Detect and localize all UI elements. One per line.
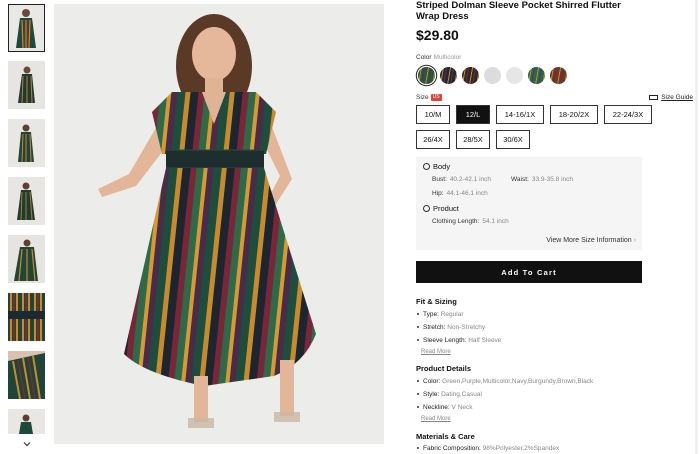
size-label-text: Size xyxy=(416,94,429,101)
size-label: Size US xyxy=(416,94,442,101)
body-icon xyxy=(423,163,430,170)
bullet-icon xyxy=(417,406,419,409)
fit-type-row: Type: Regular xyxy=(417,311,463,318)
fabric-row: Fabric Composition: 98%Polyester,2%Spand… xyxy=(417,445,559,452)
color-swatch-multicolor-stripe[interactable] xyxy=(418,67,435,84)
size-guide-link[interactable]: Size Guide xyxy=(649,94,693,101)
details-color-value: Green,Purple,Multicolor,Navy,Burgundy,Br… xyxy=(442,378,594,385)
color-swatch-brown-pattern[interactable] xyxy=(550,67,567,84)
bust-value: 40.2-42.1 inch xyxy=(449,176,492,183)
bullet-icon xyxy=(417,447,419,450)
thumbnail-2[interactable] xyxy=(8,61,45,109)
color-label: Color Multicolor xyxy=(416,54,461,61)
thumbnail-3[interactable] xyxy=(8,119,45,167)
size-info-box: Body Bust: 40.2-42.1 inch Waist: 33.9-35.8… xyxy=(416,157,642,250)
fit-sizing-title: Fit & Sizing xyxy=(416,297,457,306)
ruler-icon xyxy=(649,95,659,100)
fit-sleeve-label: Sleeve Length: xyxy=(423,337,467,344)
product-measure-title: Product xyxy=(433,204,459,213)
color-swatch-white-pattern[interactable] xyxy=(484,67,501,84)
product-details-title: Product Details xyxy=(416,364,472,373)
hip-value: 44.1-46.1 inch xyxy=(446,190,488,197)
fit-stretch-label: Stretch: xyxy=(423,324,446,331)
fit-type-value: Regular xyxy=(440,311,464,318)
waist-label: Waist: xyxy=(511,176,529,183)
product-icon xyxy=(423,205,430,212)
materials-care-title: Materials & Care xyxy=(416,432,475,441)
product-title: Striped Dolman Sleeve Pocket Shirred Flu… xyxy=(416,0,621,22)
chevron-right-icon: › xyxy=(633,237,636,244)
product-price: $29.80 xyxy=(416,27,459,43)
thumbnail-8[interactable] xyxy=(8,409,45,434)
thumbnail-gallery xyxy=(8,4,45,450)
size-option-30-6x[interactable]: 30/6X xyxy=(496,130,530,149)
waist-value: 33.9-35.8 inch xyxy=(531,176,574,183)
details-style-label: Style: xyxy=(423,391,440,398)
product-info-panel: Striped Dolman Sleeve Pocket Shirred Flu… xyxy=(415,0,695,454)
view-more-size-info-link[interactable]: View More Size Information › xyxy=(546,237,636,244)
fit-sleeve-value: Half Sleeve xyxy=(468,337,502,344)
body-heading: Body xyxy=(423,162,450,171)
color-swatch-black-stripe[interactable] xyxy=(462,67,479,84)
bullet-icon xyxy=(417,339,419,342)
color-swatches xyxy=(416,66,576,84)
main-product-image xyxy=(54,4,384,444)
thumbnail-1[interactable] xyxy=(8,4,45,52)
clothing-length-value: 54.1 inch xyxy=(482,218,509,225)
size-option-14-16-1x[interactable]: 14-16/1X xyxy=(496,105,544,124)
details-color-row: Color: Green,Purple,Multicolor,Navy,Burg… xyxy=(417,378,593,385)
size-option-28-5x[interactable]: 28/5X xyxy=(456,130,490,149)
add-to-cart-button[interactable]: Add To Cart xyxy=(416,261,642,283)
bullet-icon xyxy=(417,313,419,316)
bust-label: Bust: xyxy=(432,176,447,183)
selected-color: Multicolor xyxy=(433,54,462,61)
details-read-more-link[interactable]: Read More xyxy=(421,416,451,422)
bullet-icon xyxy=(417,380,419,383)
size-option-12-l[interactable]: 12/L xyxy=(456,105,490,124)
fit-stretch-row: Stretch: Non-Stretchy xyxy=(417,324,485,331)
details-style-row: Style: Dating,Casual xyxy=(417,391,482,398)
hip-row: Hip: 44.1-46.1 inch xyxy=(432,190,488,197)
chevron-down-icon[interactable] xyxy=(22,436,32,447)
clothing-length-row: Clothing Length: 54.1 inch xyxy=(432,218,509,225)
fabric-label: Fabric Composition: xyxy=(423,445,481,452)
details-style-value: Dating,Casual xyxy=(441,391,482,398)
size-guide-text: Size Guide xyxy=(661,94,693,101)
hip-label: Hip: xyxy=(432,190,444,197)
thumbnail-5[interactable] xyxy=(8,235,45,283)
fit-sleeve-row: Sleeve Length: Half Sleeve xyxy=(417,337,501,344)
size-option-22-24-3x[interactable]: 22-24/3X xyxy=(604,105,652,124)
view-more-size-info-text: View More Size Information xyxy=(546,237,632,244)
fabric-value: 98%Polyester,2%Spandex xyxy=(482,445,560,452)
waist-row: Waist: 33.9-35.8 inch xyxy=(511,176,573,183)
bullet-icon xyxy=(417,393,419,396)
product-heading: Product xyxy=(423,204,459,213)
body-title: Body xyxy=(433,162,451,171)
details-neckline-label: Neckline: xyxy=(423,404,450,411)
bust-row: Bust: 40.2-42.1 inch xyxy=(432,176,491,183)
details-color-label: Color: xyxy=(423,378,441,385)
size-option-18-20-2x[interactable]: 18-20/2X xyxy=(550,105,598,124)
details-neckline-value: V Neck xyxy=(451,404,473,411)
size-region-badge[interactable]: US xyxy=(430,94,442,101)
color-swatch-white-floral[interactable] xyxy=(506,67,523,84)
color-swatch-navy-stripe[interactable] xyxy=(440,67,457,84)
thumbnail-4[interactable] xyxy=(8,177,45,225)
color-swatch-green-pattern[interactable] xyxy=(528,67,545,84)
size-option-10-m[interactable]: 10/M xyxy=(416,105,450,124)
color-label-text: Color xyxy=(416,54,432,61)
fit-read-more-link[interactable]: Read More xyxy=(421,349,451,355)
fit-stretch-value: Non-Stretchy xyxy=(447,324,486,331)
bullet-icon xyxy=(417,326,419,329)
size-option-26-4x[interactable]: 26/4X xyxy=(416,130,450,149)
details-neckline-row: Neckline: V Neck xyxy=(417,404,473,411)
page-scrollbar[interactable] xyxy=(695,0,698,454)
thumbnail-6[interactable] xyxy=(8,293,45,341)
fit-type-label: Type: xyxy=(423,311,439,318)
clothing-length-label: Clothing Length: xyxy=(432,218,480,225)
thumbnail-7[interactable] xyxy=(8,351,45,399)
